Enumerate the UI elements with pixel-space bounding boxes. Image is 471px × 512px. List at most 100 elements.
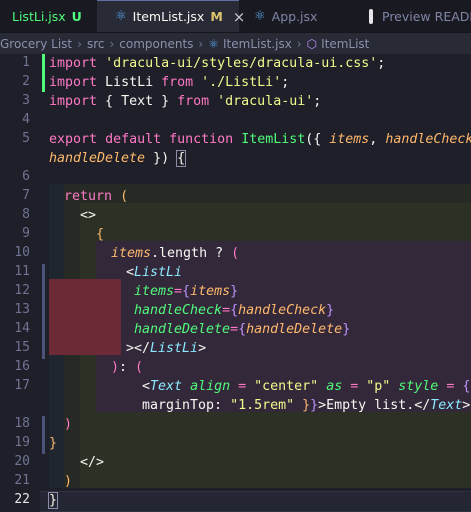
component: ListLi [150, 341, 199, 356]
punct: ; [377, 56, 386, 71]
punct: ></ [126, 341, 151, 356]
editor-tab-bar: ListLi.jsx U ⚛ ItemList.jsx M × ⚛ App.js… [0, 0, 471, 33]
param: items [111, 246, 152, 261]
attr: handleCheck [134, 303, 223, 318]
code-line-1: import 'dracula-ui/styles/dracula-ui.css… [49, 54, 471, 73]
punct: ) [111, 360, 120, 375]
punct: = [342, 379, 367, 394]
line-number: 17 [14, 378, 30, 393]
line-number: 16 [14, 359, 30, 374]
punct: ; [281, 75, 290, 90]
ident: : [119, 360, 136, 375]
tab-preview-readme[interactable]: Preview README [355, 0, 471, 32]
breadcrumb-item[interactable]: ItemList [321, 37, 369, 51]
line-number: 14 [14, 321, 30, 336]
code-line-11: <ListLi [126, 263, 471, 282]
breadcrumb-item[interactable]: Grocery List [0, 37, 72, 51]
line-number: 10 [14, 245, 30, 260]
chevron-right-icon: › [198, 36, 204, 51]
chevron-right-icon: › [296, 36, 302, 51]
react-icon: ⚛ [254, 8, 266, 24]
attr: items [134, 284, 175, 299]
code-line-9: { [96, 225, 471, 244]
breadcrumb-item[interactable]: src [87, 37, 105, 51]
str: "p" [366, 379, 391, 394]
component: Text [150, 379, 183, 394]
code-line-7: return ( [64, 187, 471, 206]
line-number-gutter: 1 2 3 4 5 6 7 8 9 10 11 12 13 14 15 16 1… [0, 54, 40, 512]
punct: } [326, 303, 335, 318]
jsx-text: >Empty list.</ [318, 398, 431, 413]
code-editor[interactable]: 1 2 3 4 5 6 7 8 9 10 11 12 13 14 15 16 1… [0, 54, 471, 512]
code-line-20: </> [80, 453, 471, 472]
tab-itemlist[interactable]: ⚛ ItemList.jsx M × [97, 0, 245, 32]
line-number: 4 [22, 112, 30, 127]
code-line-13: handleCheck={handleCheck} [134, 301, 471, 320]
kw: default [105, 132, 162, 147]
git-modified-marker [42, 264, 45, 359]
punct: = [222, 303, 231, 318]
code-line-5-wrap: handleDelete }) { [49, 149, 471, 168]
punct: } [230, 284, 239, 299]
code-line-2: import ListLi from './ListLi'; [49, 73, 471, 92]
react-icon: ⚛ [115, 9, 127, 24]
punct: ( [231, 246, 240, 261]
kw: export [49, 132, 98, 147]
str: "1.5rem" [230, 398, 295, 413]
tab-app-label: App.jsx [271, 8, 318, 24]
line-number: 12 [14, 283, 30, 298]
code-line-12: items={items} [134, 282, 471, 301]
punct: , [369, 132, 386, 147]
react-icon: ⚛ [208, 36, 219, 51]
kw: import [49, 94, 98, 109]
chevron-right-icon: › [77, 36, 82, 51]
ident: ListLi [97, 75, 162, 90]
punct: </> [80, 455, 105, 470]
punct: > [198, 341, 207, 356]
code-line-18: ) [64, 415, 471, 434]
diff-removed-band [49, 279, 121, 355]
punct: { [230, 303, 239, 318]
line-number: 3 [22, 93, 30, 108]
line-number: 15 [14, 340, 30, 355]
code-line-5: export default function ItemList({ items… [49, 130, 471, 149]
punct: < [142, 379, 151, 394]
punct: <> [80, 208, 97, 223]
line-number: 11 [14, 264, 30, 279]
attr: style [398, 379, 439, 394]
function-name: ItemList [241, 132, 306, 147]
code-line-21: ) [64, 472, 471, 491]
punct: = [230, 322, 239, 337]
punct: ) [64, 417, 73, 432]
param: handleCheck [385, 132, 471, 147]
attr: align [190, 379, 231, 394]
kw: return [64, 189, 113, 204]
punct: } [310, 398, 319, 413]
code-line-14: handleDelete={handleDelete} [134, 320, 471, 339]
punct: { [96, 227, 105, 242]
tab-app[interactable]: ⚛ App.jsx [240, 0, 350, 32]
punct: }) [145, 151, 178, 166]
str: './ListLi' [201, 75, 282, 90]
breadcrumb-item[interactable]: components [119, 37, 193, 51]
param: items [329, 132, 370, 147]
punct: ) [64, 474, 73, 489]
untracked-badge: U [71, 8, 82, 24]
line-number: 19 [14, 435, 30, 450]
tab-preview-label: Preview README [382, 8, 471, 24]
str: 'dracula-ui/styles/dracula-ui.css' [105, 56, 378, 71]
str: 'dracula-ui' [217, 94, 314, 109]
breadcrumb-item[interactable]: ItemList.jsx [223, 37, 292, 51]
param: handleCheck [238, 303, 327, 318]
code-line-16: ): ( [111, 358, 471, 377]
punct: ({ [305, 132, 330, 147]
code-line-22: } [47, 491, 471, 510]
preview-icon [369, 8, 373, 24]
line-number: 5 [22, 131, 30, 146]
tab-listli[interactable]: ListLi.jsx U [0, 0, 96, 32]
str: "center" [254, 379, 319, 394]
punct: ; [313, 94, 322, 109]
component: ListLi [134, 265, 183, 280]
line-number: 21 [14, 473, 30, 488]
code-line-3: import { Text } from 'dracula-ui'; [49, 92, 471, 111]
